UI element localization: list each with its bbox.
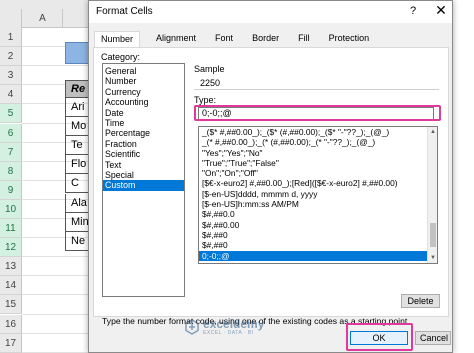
row-header[interactable]: 1	[0, 28, 22, 48]
format-code-item[interactable]: $#,##0	[199, 240, 437, 250]
help-button[interactable]: ?	[410, 5, 416, 17]
category-item-number[interactable]: Number	[103, 76, 184, 86]
row-header[interactable]: 11	[0, 219, 22, 239]
format-code-list[interactable]: _($* #,##0.00_);_($* (#,##0.00);_($* "-"…	[198, 126, 438, 264]
row-header[interactable]: 13	[0, 257, 22, 277]
category-item-custom[interactable]: Custom	[103, 180, 184, 191]
tab-protection[interactable]: Protection	[323, 31, 376, 46]
tab-alignment[interactable]: Alignment	[150, 31, 202, 46]
category-label: Category:	[101, 52, 141, 62]
category-item-special[interactable]: Special	[103, 170, 184, 180]
row-header[interactable]: 3	[0, 66, 22, 86]
delete-button[interactable]: Delete	[401, 294, 440, 308]
scroll-down-icon[interactable]: ▼	[428, 253, 437, 263]
format-code-item[interactable]: $#,##0.00	[199, 220, 437, 230]
column-header-a[interactable]: A	[23, 9, 63, 28]
category-item-currency[interactable]: Currency	[103, 87, 184, 97]
category-item-time[interactable]: Time	[103, 118, 184, 128]
format-code-item[interactable]: _($* #,##0.00_);_($* (#,##0.00);_($* "-"…	[199, 127, 437, 137]
format-code-item[interactable]: _(* #,##0.00_);_(* (#,##0.00);_(* "-"??_…	[199, 137, 437, 147]
category-item-text[interactable]: Text	[103, 160, 184, 170]
tab-number[interactable]: Number	[94, 31, 141, 47]
format-code-item[interactable]: [$-en-US]h:mm:ss AM/PM	[199, 199, 437, 209]
dialog-title: Format Cells	[96, 6, 153, 17]
row-header[interactable]: 4	[0, 85, 22, 105]
select-all-corner[interactable]	[0, 9, 22, 28]
format-cells-dialog: Format Cells ? ✕ Number Alignment Font B…	[88, 0, 453, 353]
format-code-item[interactable]: $#,##0.0	[199, 209, 437, 219]
format-code-item[interactable]: "Yes";"Yes";"No"	[199, 148, 437, 158]
format-code-item[interactable]: $#,##0	[199, 230, 437, 240]
format-code-item[interactable]: "On";"On";"Off"	[199, 168, 437, 178]
dialog-titlebar[interactable]: Format Cells ? ✕	[89, 1, 452, 23]
category-item-accounting[interactable]: Accounting	[103, 97, 184, 107]
row-header[interactable]: 6	[0, 123, 22, 143]
type-label: Type:	[194, 95, 217, 105]
category-item-date[interactable]: Date	[103, 108, 184, 118]
format-list-scrollbar[interactable]: ▲ ▼	[427, 127, 437, 263]
category-list[interactable]: General Number Currency Accounting Date Time P…	[102, 63, 185, 297]
scroll-up-icon[interactable]: ▲	[428, 127, 437, 137]
format-code-item[interactable]: 0;-0;;@	[199, 250, 437, 261]
watermark-name: exceldemy	[203, 317, 265, 331]
row-header[interactable]: 8	[0, 161, 22, 181]
row-header[interactable]: 10	[0, 199, 22, 219]
row-header[interactable]: 12	[0, 238, 22, 258]
row-header[interactable]: 9	[0, 180, 22, 200]
ok-button-highlight-box	[346, 323, 413, 351]
category-item-fraction[interactable]: Fraction	[103, 139, 184, 149]
sample-label: Sample	[194, 64, 225, 74]
row-header[interactable]: 2	[0, 47, 22, 67]
scroll-thumb[interactable]	[430, 223, 436, 247]
row-header[interactable]: 16	[0, 314, 22, 334]
row-header[interactable]: 5	[0, 104, 22, 124]
row-header[interactable]: 15	[0, 295, 22, 315]
row-header[interactable]: 7	[0, 142, 22, 162]
tab-border[interactable]: Border	[246, 31, 285, 46]
exceldemy-watermark: exceldemy EXCEL · DATA · BI	[184, 318, 264, 336]
type-input-highlight-box	[194, 105, 441, 121]
sample-divider	[194, 89, 439, 90]
exceldemy-logo-icon	[185, 319, 199, 335]
tab-font[interactable]: Font	[209, 31, 239, 46]
row-header[interactable]: 14	[0, 276, 22, 296]
row-header[interactable]: 17	[0, 333, 22, 353]
format-code-item[interactable]: [$-en-US]dddd, mmmm d, yyyy	[199, 189, 437, 199]
close-button[interactable]: ✕	[431, 2, 451, 19]
tab-strip: Number Alignment Font Border Fill Protec…	[94, 31, 382, 47]
category-item-scientific[interactable]: Scientific	[103, 149, 184, 159]
format-code-item[interactable]: [$€-x-euro2] #,##0.00_);[Red]([$€-x-euro…	[199, 178, 437, 188]
tab-fill[interactable]: Fill	[292, 31, 316, 46]
format-code-item[interactable]: "True";"True";"False"	[199, 158, 437, 168]
cancel-button[interactable]: Cancel	[415, 331, 451, 345]
number-tab-panel: Category: General Number Currency Accountin…	[93, 47, 449, 326]
category-item-percentage[interactable]: Percentage	[103, 128, 184, 138]
category-item-general[interactable]: General	[103, 66, 184, 76]
sample-value: 2250	[200, 78, 221, 88]
